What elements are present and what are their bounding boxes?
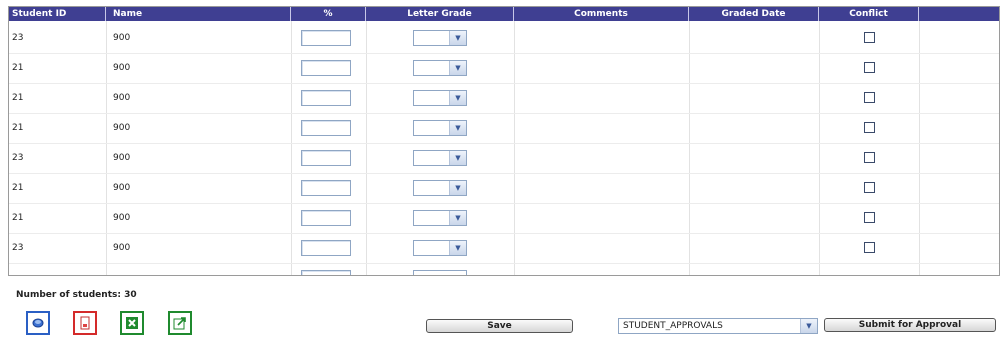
student-id-cell: 21 bbox=[12, 63, 24, 73]
table-row: 23 900 ▼ bbox=[9, 23, 999, 54]
chevron-down-icon[interactable]: ▼ bbox=[449, 151, 466, 165]
letter-grade-select[interactable]: ▼ bbox=[413, 90, 467, 106]
name-cell: 900 bbox=[113, 183, 131, 193]
chevron-down-icon[interactable]: ▼ bbox=[800, 319, 817, 333]
table-row: 21 900 ▼ bbox=[9, 203, 999, 234]
chevron-down-icon[interactable]: ▼ bbox=[449, 241, 466, 255]
student-id-cell: 21 bbox=[12, 213, 24, 223]
conflict-checkbox[interactable] bbox=[864, 32, 875, 43]
excel-icon[interactable] bbox=[120, 311, 144, 335]
conflict-checkbox[interactable] bbox=[864, 182, 875, 193]
letter-grade-select[interactable]: ▼ bbox=[413, 120, 467, 136]
conflict-checkbox[interactable] bbox=[864, 152, 875, 163]
chevron-down-icon[interactable]: ▼ bbox=[449, 181, 466, 195]
chevron-down-icon[interactable]: ▼ bbox=[449, 31, 466, 45]
chevron-down-icon[interactable]: ▼ bbox=[449, 211, 466, 225]
header-comments: Comments bbox=[514, 7, 689, 21]
pdf-icon[interactable] bbox=[73, 311, 97, 335]
student-id-cell: 21 bbox=[12, 93, 24, 103]
percent-input[interactable] bbox=[301, 150, 351, 166]
header-name: Name bbox=[106, 7, 291, 21]
student-id-cell: 23 bbox=[12, 33, 24, 43]
export-icon[interactable] bbox=[168, 311, 192, 335]
chevron-down-icon[interactable]: ▼ bbox=[449, 91, 466, 105]
letter-grade-select[interactable]: ▼ bbox=[413, 210, 467, 226]
header-percent: % bbox=[291, 7, 366, 21]
approval-queue-select[interactable]: STUDENT_APPROVALS ▼ bbox=[618, 318, 818, 334]
conflict-checkbox[interactable] bbox=[864, 92, 875, 103]
letter-grade-select[interactable]: ▼ bbox=[413, 30, 467, 46]
table-row: 23 900 ▼ bbox=[9, 143, 999, 174]
conflict-checkbox[interactable] bbox=[864, 212, 875, 223]
name-cell: 900 bbox=[113, 63, 131, 73]
submit-for-approval-button[interactable]: Submit for Approval bbox=[824, 318, 996, 332]
student-id-cell: 23 bbox=[12, 153, 24, 163]
header-letter-grade: Letter Grade bbox=[366, 7, 514, 21]
save-button[interactable]: Save bbox=[426, 319, 573, 333]
percent-input[interactable] bbox=[301, 60, 351, 76]
percent-input[interactable] bbox=[301, 240, 351, 256]
header-graded-date: Graded Date bbox=[689, 7, 819, 21]
table-row: 23 900 ▼ bbox=[9, 233, 999, 264]
name-cell: 900 bbox=[113, 123, 131, 133]
header-conflict: Conflict bbox=[819, 7, 919, 21]
chevron-down-icon[interactable]: ▼ bbox=[449, 121, 466, 135]
grades-table: Student ID Name % Letter Grade Comments … bbox=[8, 6, 1000, 276]
percent-input[interactable] bbox=[301, 270, 351, 275]
chevron-down-icon[interactable]: ▼ bbox=[449, 61, 466, 75]
letter-grade-select[interactable]: ▼ bbox=[413, 150, 467, 166]
name-cell: 900 bbox=[113, 153, 131, 163]
conflict-checkbox[interactable] bbox=[864, 122, 875, 133]
name-cell: 900 bbox=[113, 93, 131, 103]
student-count: Number of students: 30 bbox=[16, 290, 137, 300]
table-row-partial bbox=[9, 263, 999, 275]
percent-input[interactable] bbox=[301, 180, 351, 196]
table-row: 21 900 ▼ bbox=[9, 173, 999, 204]
letter-grade-select[interactable] bbox=[413, 270, 467, 275]
table-row: 21 900 ▼ bbox=[9, 113, 999, 144]
percent-input[interactable] bbox=[301, 90, 351, 106]
table-header: Student ID Name % Letter Grade Comments … bbox=[9, 7, 999, 21]
student-id-cell: 23 bbox=[12, 243, 24, 253]
table-row: 21 900 ▼ bbox=[9, 83, 999, 114]
header-student-id: Student ID bbox=[9, 7, 106, 21]
conflict-checkbox[interactable] bbox=[864, 62, 875, 73]
letter-grade-select[interactable]: ▼ bbox=[413, 240, 467, 256]
table-row: 21 900 ▼ bbox=[9, 53, 999, 84]
conflict-checkbox[interactable] bbox=[864, 242, 875, 253]
name-cell: 900 bbox=[113, 213, 131, 223]
refresh-icon[interactable] bbox=[26, 311, 50, 335]
approval-queue-value: STUDENT_APPROVALS bbox=[623, 321, 723, 331]
percent-input[interactable] bbox=[301, 210, 351, 226]
student-id-cell: 21 bbox=[12, 123, 24, 133]
percent-input[interactable] bbox=[301, 120, 351, 136]
name-cell: 900 bbox=[113, 243, 131, 253]
letter-grade-select[interactable]: ▼ bbox=[413, 180, 467, 196]
name-cell: 900 bbox=[113, 33, 131, 43]
student-id-cell: 21 bbox=[12, 183, 24, 193]
letter-grade-select[interactable]: ▼ bbox=[413, 60, 467, 76]
percent-input[interactable] bbox=[301, 30, 351, 46]
